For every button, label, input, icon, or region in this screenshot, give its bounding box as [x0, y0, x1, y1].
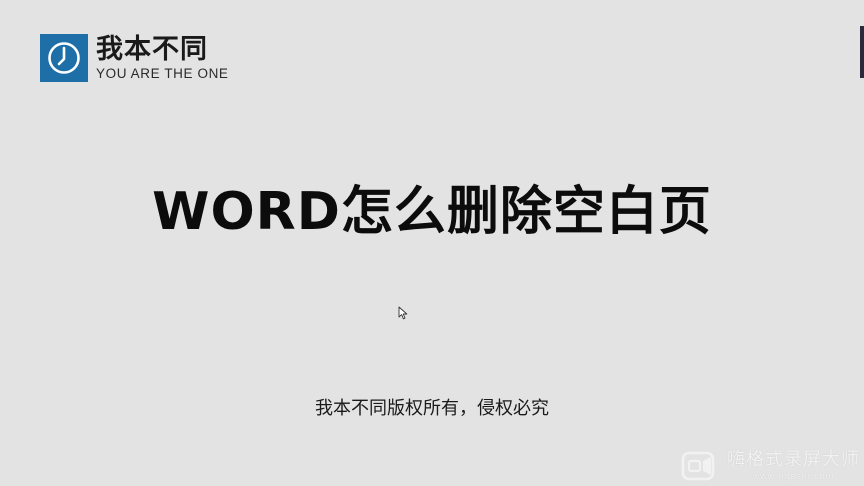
brand-tagline: YOU ARE THE ONE [96, 66, 229, 81]
brand-logo: 我本不同 YOU ARE THE ONE [40, 34, 229, 82]
video-camera-icon [681, 451, 715, 480]
mouse-pointer-icon [398, 306, 408, 320]
clock-icon [40, 34, 88, 82]
slide-title: WORD怎么删除空白页 [152, 182, 712, 242]
copyright-notice: 我本不同版权所有，侵权必究 [315, 398, 549, 419]
watermark-text: 嗨格式录屏大师 www.hgeshi.com [727, 449, 860, 482]
presentation-slide: 我本不同 YOU ARE THE ONE WORD怎么删除空白页 我本不同版权所… [0, 0, 864, 486]
brand-text: 我本不同 YOU ARE THE ONE [96, 34, 229, 82]
scroll-marker [860, 26, 864, 78]
watermark-url: www.hgeshi.com [752, 471, 835, 481]
recorder-watermark: 嗨格式录屏大师 www.hgeshi.com [681, 449, 860, 482]
brand-name: 我本不同 [96, 34, 208, 65]
watermark-title: 嗨格式录屏大师 [727, 449, 860, 470]
